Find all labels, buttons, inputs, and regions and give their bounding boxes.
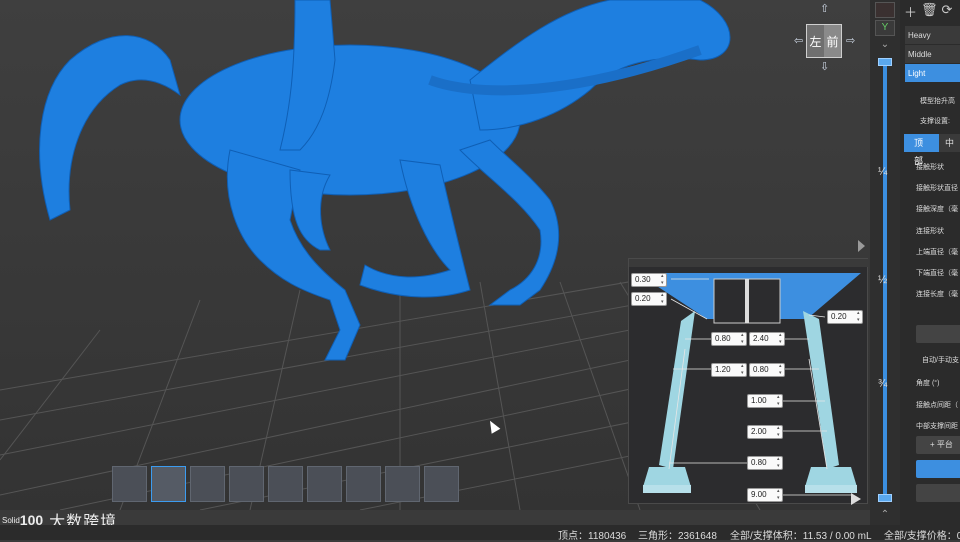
support-type-9[interactable] — [424, 466, 459, 502]
support-type-toolbar — [112, 466, 459, 502]
rotate-up-icon[interactable]: ⇧ — [820, 2, 829, 15]
expand-panel-icon[interactable] — [858, 240, 865, 252]
contact-side-diameter-value[interactable]: 0.20 — [827, 310, 863, 324]
preset-list: Heavy Middle Light — [905, 26, 960, 83]
support-type-3[interactable] — [190, 466, 225, 502]
base-height-value[interactable]: 0.80 — [747, 456, 783, 470]
layer-slider-top-knob[interactable] — [878, 58, 892, 66]
middle-spacing-label: 中部支撑间距 — [916, 423, 958, 430]
add-icon[interactable]: ＋ — [904, 2, 917, 21]
view-cube[interactable]: 左 前 — [806, 24, 842, 58]
angle-label: 角度 (°) — [916, 380, 940, 387]
upper-diameter-label: 上端直径（毫 — [916, 249, 958, 256]
base-taper-value[interactable]: 2.00 — [747, 425, 783, 439]
contact-shape-label: 接触形状 — [916, 164, 944, 171]
taper-value[interactable]: 1.00 — [747, 394, 783, 408]
support-settings-panel: ＋ 🗑 ⟳ Heavy Middle Light 模型抬升高 支撑设置: 顶部 … — [900, 0, 960, 525]
support-type-5[interactable] — [268, 466, 303, 502]
support-tabs: 顶部 中 — [904, 134, 960, 166]
add-platform-button[interactable]: + 平台 — [916, 436, 960, 454]
chevron-up-icon[interactable]: ⌃ — [875, 508, 895, 524]
support-settings-label: 支撑设置: — [920, 118, 950, 125]
tab-middle[interactable]: 中 — [938, 134, 960, 152]
lower-diameter-value[interactable]: 1.20 — [711, 363, 747, 377]
support-type-7[interactable] — [346, 466, 381, 502]
preset-middle[interactable]: Middle — [905, 45, 960, 64]
support-type-4[interactable] — [229, 466, 264, 502]
base-diameter-value[interactable]: 9.00 — [747, 488, 783, 502]
slider-mark-quarter: ¼ — [878, 166, 888, 178]
color-swatch-button[interactable] — [875, 2, 895, 18]
tab-top[interactable]: 顶部 — [904, 134, 939, 166]
orientation-y-button[interactable]: Y — [875, 20, 895, 36]
rotate-left-icon[interactable]: ⇦ — [794, 34, 803, 47]
support-type-1[interactable] — [112, 466, 147, 502]
apply-button[interactable] — [916, 325, 960, 343]
layer-slider-bottom-knob[interactable] — [878, 494, 892, 502]
support-type-6[interactable] — [307, 466, 342, 502]
brand-prefix: Solid — [2, 515, 20, 525]
connection-length-value[interactable]: 2.40 — [749, 332, 785, 346]
generate-button[interactable] — [916, 484, 960, 502]
cube-face-front[interactable]: 前 — [824, 25, 841, 57]
support-type-2[interactable] — [151, 466, 186, 502]
chevron-down-icon[interactable]: ⌄ — [875, 38, 895, 54]
auto-manual-label: 自动/手动支 — [922, 357, 959, 364]
preset-light[interactable]: Light — [905, 64, 960, 83]
status-bar: 顶点：1180436 三角形：2361648 全部/支撑体积：11.53 / 0… — [0, 525, 960, 542]
slider-mark-half: ½ — [878, 274, 888, 286]
contact-depth-value[interactable]: 0.30 — [631, 273, 667, 287]
contact-diameter-value[interactable]: 0.20 — [631, 292, 667, 306]
cube-face-left[interactable]: 左 — [807, 25, 824, 57]
preset-heavy[interactable]: Heavy — [905, 26, 960, 45]
upper-diameter-value[interactable]: 0.80 — [711, 332, 747, 346]
middle-diameter-value[interactable]: 0.80 — [749, 363, 785, 377]
panel-toolbar: ＋ 🗑 ⟳ — [900, 0, 960, 23]
contact-diameter-label: 接触形状直径 — [916, 185, 958, 192]
lower-diameter-label: 下端直径（毫 — [916, 270, 958, 277]
rotate-down-icon[interactable]: ⇩ — [820, 60, 829, 73]
support-parameter-diagram: 0.30 0.20 0.20 0.80 2.40 1.20 0.80 1.00 … — [628, 258, 869, 505]
layer-slider-column: Y ⌄ ¼ ½ ¾ ⌃ — [870, 0, 900, 525]
refresh-icon[interactable]: ⟳ — [942, 2, 953, 21]
contact-depth-label: 接触深度（毫 — [916, 206, 958, 213]
support-type-8[interactable] — [385, 466, 420, 502]
delete-icon[interactable]: 🗑 — [921, 2, 938, 21]
slider-mark-three-quarter: ¾ — [878, 378, 888, 390]
model-lift-label: 模型抬升高 — [920, 98, 955, 105]
add-support-button[interactable] — [916, 460, 960, 478]
contact-spacing-label: 接触点间距（ — [916, 402, 958, 409]
rotate-right-icon[interactable]: ⇨ — [846, 34, 855, 47]
navigation-cube[interactable]: ⇧ ⇦ ⇨ ⇩ 左 前 — [792, 2, 862, 82]
connection-length-label: 连接长度（毫 — [916, 291, 958, 298]
connection-shape-label: 连接形状 — [916, 228, 944, 235]
